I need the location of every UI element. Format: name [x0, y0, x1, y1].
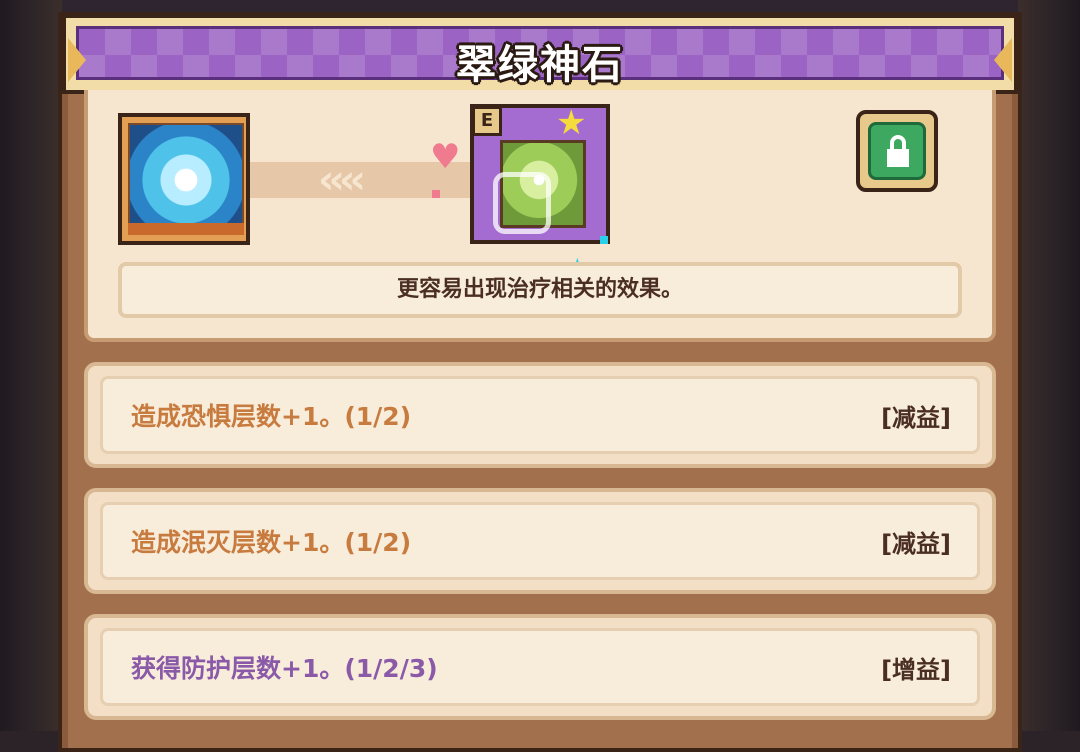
option-tag: [减益]: [881, 403, 951, 432]
background-right: [1018, 0, 1080, 731]
sparkle-particle: [600, 236, 608, 244]
character-portrait-base: [128, 223, 244, 235]
relic-slot-outline: [493, 172, 551, 234]
relic-description: 更容易出现治疗相关的效果。: [118, 262, 962, 318]
option-text: 造成泯灭层数+1。(1/2): [131, 528, 412, 557]
option-text: 获得防护层数+1。(1/2/3): [131, 654, 438, 683]
relic-rank-badge: E: [472, 106, 502, 136]
character-portrait-art: [128, 123, 244, 227]
option-tag: [增益]: [881, 655, 951, 684]
star-icon: ★: [556, 103, 587, 143]
option-row-2[interactable]: 造成泯灭层数+1。(1/2) [减益]: [84, 488, 996, 594]
sparkle-particle: [432, 190, 440, 198]
option-row-inner: 造成恐惧层数+1。(1/2) [减益]: [100, 376, 980, 454]
lock-button[interactable]: [856, 110, 938, 192]
character-portrait[interactable]: [118, 113, 250, 245]
heart-icon: ♥: [430, 137, 461, 177]
lock-icon: [887, 149, 909, 167]
option-row-1[interactable]: 造成恐惧层数+1。(1/2) [减益]: [84, 362, 996, 468]
dialog-title: 翠绿神石: [456, 42, 624, 88]
chevron-left-icon: ‹‹‹‹: [318, 157, 366, 203]
option-row-inner: 造成泯灭层数+1。(1/2) [减益]: [100, 502, 980, 580]
title-bar: 翠绿神石: [62, 14, 1018, 94]
option-tag: [减益]: [881, 529, 951, 558]
option-row-inner: 获得防护层数+1。(1/2/3) [增益]: [100, 628, 980, 706]
background-left: [0, 0, 62, 731]
option-text: 造成恐惧层数+1。(1/2): [131, 402, 412, 431]
option-row-3[interactable]: 获得防护层数+1。(1/2/3) [增益]: [84, 614, 996, 720]
lock-button-inner: [868, 122, 926, 180]
